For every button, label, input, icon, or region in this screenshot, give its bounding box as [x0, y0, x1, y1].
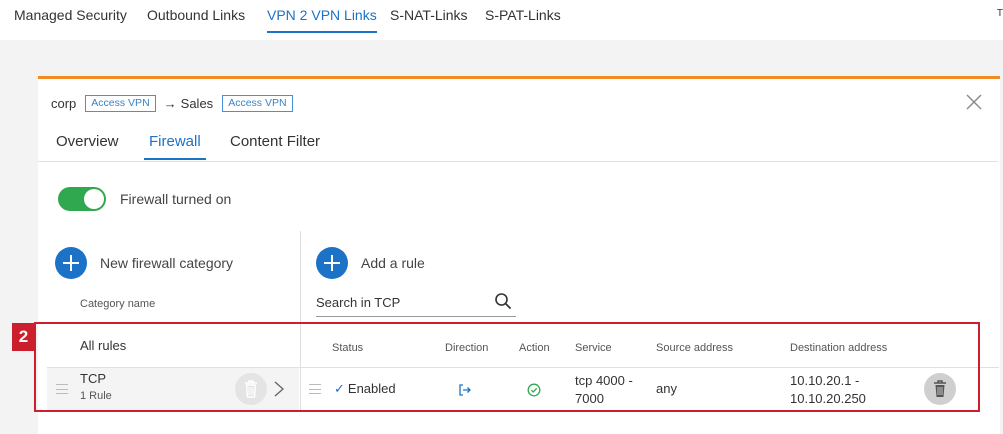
tab-outbound-links[interactable]: Outbound Links — [147, 7, 245, 23]
rule-service-line1: tcp 4000 - — [575, 373, 633, 388]
breadcrumb-target: Sales — [180, 96, 214, 111]
subtab-divider — [38, 161, 998, 162]
toggle-knob — [84, 189, 104, 209]
tab-spat-links[interactable]: S-PAT-Links — [485, 7, 561, 23]
tab-managed-security[interactable]: Managed Security — [14, 7, 127, 23]
all-rules-link[interactable]: All rules — [80, 338, 126, 353]
search-input[interactable] — [316, 291, 486, 313]
header-status: Status — [332, 342, 364, 354]
tab-firewall[interactable]: Firewall — [144, 133, 206, 160]
category-rule-count: 1 Rule — [80, 390, 112, 402]
header-destination: Destination address — [790, 342, 888, 354]
callout-number: 2 — [12, 323, 35, 351]
edge-mark: T — [996, 8, 1003, 19]
category-name-header: Category name — [80, 298, 156, 310]
tab-snat-links[interactable]: S-NAT-Links — [390, 7, 468, 23]
new-category-label[interactable]: New firewall category — [100, 255, 233, 271]
add-rule-plus-icon[interactable] — [316, 247, 348, 279]
check-circle-icon — [527, 383, 541, 397]
add-rule-label[interactable]: Add a rule — [361, 255, 425, 271]
top-navigation: Managed Security Outbound Links VPN 2 VP… — [0, 0, 1003, 40]
search-field — [316, 291, 516, 317]
drag-handle-icon[interactable] — [56, 384, 68, 394]
header-action: Action — [519, 342, 550, 354]
category-title: TCP — [80, 371, 106, 386]
rule-service-line2: 7000 — [575, 391, 604, 406]
checkmark-icon: ✓ — [334, 381, 345, 396]
firewall-toggle-label: Firewall turned on — [120, 191, 232, 207]
search-icon[interactable] — [494, 292, 512, 310]
firewall-toggle[interactable] — [58, 187, 106, 211]
breadcrumb: corp Access VPN → Sales Access VPN — [51, 95, 301, 112]
outbound-arrow-icon — [458, 383, 472, 397]
link-detail-panel: corp Access VPN → Sales Access VPN Overv… — [38, 76, 1000, 434]
column-divider — [300, 231, 301, 411]
rule-status-label: Enabled — [347, 381, 396, 396]
target-tag: Access VPN — [222, 95, 293, 112]
header-direction: Direction — [445, 342, 489, 354]
tab-vpn2vpn-links[interactable]: VPN 2 VPN Links — [267, 7, 377, 33]
header-source: Source address — [656, 342, 734, 354]
rule-status[interactable]: ✓ Enabled — [334, 380, 396, 397]
chevron-right-icon[interactable] — [274, 381, 285, 397]
source-tag: Access VPN — [85, 95, 156, 112]
rule-destination-line1: 10.10.20.1 - — [790, 373, 860, 388]
category-row[interactable]: TCP 1 Rule — [47, 368, 299, 410]
new-category-plus-icon[interactable] — [55, 247, 87, 279]
tab-content-filter[interactable]: Content Filter — [230, 133, 320, 150]
rule-destination-line2: 10.10.20.250 — [790, 391, 866, 406]
delete-category-trash-icon[interactable] — [235, 373, 267, 405]
header-service: Service — [575, 342, 612, 354]
rule-source: any — [656, 381, 677, 396]
delete-rule-trash-icon[interactable] — [924, 373, 956, 405]
rule-drag-handle-icon[interactable] — [309, 384, 321, 394]
tab-overview[interactable]: Overview — [56, 133, 119, 150]
breadcrumb-arrow: → — [163, 96, 177, 111]
breadcrumb-source: corp — [51, 96, 77, 111]
close-icon[interactable] — [966, 94, 982, 110]
